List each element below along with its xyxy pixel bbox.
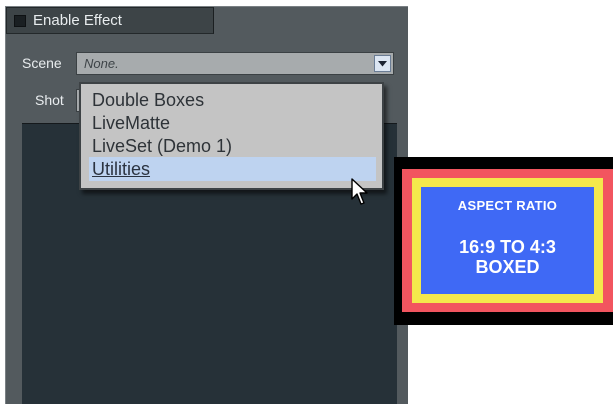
mouse-pointer-icon: [351, 178, 368, 205]
scene-select-value: None.: [84, 56, 119, 71]
thumbnail-blue-box: ASPECT RATIO 16:9 TO 4:3 BOXED: [421, 187, 594, 294]
dropdown-item-livematte[interactable]: LiveMatte: [89, 111, 376, 135]
scene-dropdown-list: Double Boxes LiveMatte LiveSet (Demo 1) …: [79, 82, 384, 190]
thumbnail-yellow-border: ASPECT RATIO 16:9 TO 4:3 BOXED: [412, 178, 603, 303]
dropdown-item-utilities[interactable]: Utilities: [89, 157, 376, 181]
enable-effect-checkbox[interactable]: [14, 15, 26, 27]
effect-thumbnail: ASPECT RATIO 16:9 TO 4:3 BOXED: [394, 157, 613, 325]
dropdown-item-liveset-demo-1[interactable]: LiveSet (Demo 1): [89, 134, 376, 158]
scene-label: Scene: [22, 55, 62, 71]
shot-label: Shot: [35, 92, 64, 108]
dropdown-item-double-boxes[interactable]: Double Boxes: [89, 88, 376, 112]
effect-panel: Enable Effect Scene None. Shot: [5, 6, 408, 404]
scene-select[interactable]: None.: [76, 52, 394, 75]
screenshot: Enable Effect Scene None. Shot Double Bo…: [0, 0, 613, 404]
thumbnail-red-border: ASPECT RATIO 16:9 TO 4:3 BOXED: [402, 169, 613, 312]
chevron-down-icon[interactable]: [374, 55, 391, 72]
thumbnail-ratio-text: 16:9 TO 4:3: [459, 237, 556, 257]
enable-effect-label: Enable Effect: [33, 12, 122, 29]
thumbnail-title: ASPECT RATIO: [457, 198, 558, 213]
enable-effect-toggle[interactable]: Enable Effect: [6, 7, 214, 34]
thumbnail-mode-text: BOXED: [475, 257, 540, 277]
